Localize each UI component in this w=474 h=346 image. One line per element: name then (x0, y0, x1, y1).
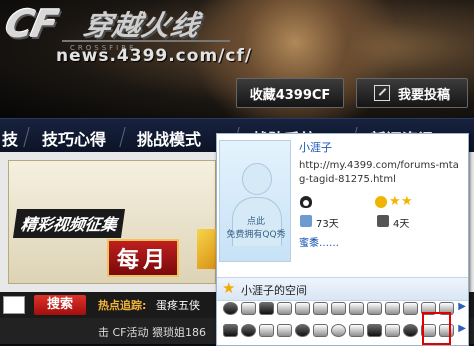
badge-icon[interactable] (367, 324, 382, 337)
site-header: CF 穿越火线 CROSSFIRE news.4399.com/cf/ 收藏43… (0, 0, 474, 118)
badge-row (223, 321, 455, 341)
badge-icon[interactable] (295, 302, 310, 315)
badge-icon[interactable] (241, 302, 256, 315)
hot-topics-label: 热点追踪: (98, 299, 147, 312)
badge-icon[interactable] (259, 302, 274, 315)
badge-icon[interactable] (223, 302, 238, 315)
favorite-button[interactable]: 收藏4399CF (236, 78, 344, 108)
username-link[interactable]: 小涯子 (299, 139, 332, 155)
user-space-bar[interactable]: ★ 小涯子的空间 (217, 277, 468, 301)
submit-label: 我要投稿 (397, 87, 450, 103)
badge-icon[interactable] (403, 324, 418, 337)
video-banner-title: 精彩视频征集 (12, 209, 126, 238)
submit-article-button[interactable]: 我要投稿 (356, 78, 468, 108)
active-days-icon (377, 215, 389, 227)
star-level-icon: ★ (401, 194, 413, 209)
video-banner[interactable]: 精彩视频征集 每月 (8, 160, 221, 284)
active-days: 4天 (393, 219, 410, 230)
online-days: 73天 (316, 219, 339, 230)
badge-icon[interactable] (295, 324, 310, 337)
hot-topic-link[interactable]: 蛋疼五侠 (156, 297, 200, 313)
badge-icon[interactable] (223, 324, 238, 337)
qq-penguin-icon (300, 196, 312, 208)
avatar-tip-link[interactable]: 免费拥有QQ秀 (220, 227, 292, 240)
nav-item-partial[interactable]: 技 (2, 126, 18, 150)
badge-icon[interactable] (313, 302, 328, 315)
badge-icon[interactable] (313, 324, 328, 337)
edit-icon (373, 85, 390, 101)
star-level-icon: ★ (389, 194, 401, 209)
site-url: news.4399.com/cf/ (56, 46, 253, 66)
badge-icon[interactable] (277, 302, 292, 315)
nav-item-challenge[interactable]: 挑战模式 (137, 126, 201, 150)
user-space-title[interactable]: 小涯子的空间 (241, 282, 307, 298)
video-banner-monthly: 每月 (107, 239, 180, 277)
badge-icon[interactable] (331, 324, 346, 337)
highlight-box (422, 312, 451, 345)
badge-icon[interactable] (385, 324, 400, 337)
star-icon: ★ (222, 279, 236, 297)
signature: 蜜黍…… (299, 238, 339, 249)
link-row-text[interactable]: 击 CF活动 猥琐姐186 (98, 324, 206, 340)
avatar[interactable]: 点此 免费拥有QQ秀 (219, 140, 291, 262)
profile-url[interactable]: http://my.4399.com/forums-mtag-tagid-812… (299, 159, 465, 187)
cf-logo[interactable]: CF (1, 2, 60, 46)
moon-level-icon (375, 196, 387, 208)
badge-next-arrow[interactable]: ▶ (458, 323, 466, 334)
badge-next-arrow[interactable]: ▶ (458, 301, 466, 312)
badge-icon[interactable] (385, 302, 400, 315)
search-input[interactable] (3, 296, 25, 314)
badge-icon[interactable] (349, 324, 364, 337)
badge-icon[interactable] (367, 302, 382, 315)
badge-icon[interactable] (349, 302, 364, 315)
search-button[interactable]: 搜索 (34, 295, 86, 315)
nav-separator (119, 127, 126, 147)
badge-row (223, 299, 455, 319)
crossfire-logo-text: 穿越火线 (80, 9, 203, 42)
logo-divider (62, 40, 230, 42)
user-info-popup: 点此 免费拥有QQ秀 小涯子 http://my.4399.com/forums… (216, 133, 469, 346)
badge-icon[interactable] (277, 324, 292, 337)
favorite-label: 收藏4399CF (249, 87, 331, 103)
badge-icon[interactable] (403, 302, 418, 315)
badge-icon[interactable] (241, 324, 256, 337)
badge-icon[interactable] (331, 302, 346, 315)
badge-icon[interactable] (259, 324, 274, 337)
nav-separator (23, 127, 30, 147)
online-days-icon (300, 215, 312, 227)
avatar-tip: 点此 (246, 217, 265, 227)
avatar-head (242, 163, 272, 195)
nav-item-tips[interactable]: 技巧心得 (42, 126, 106, 150)
